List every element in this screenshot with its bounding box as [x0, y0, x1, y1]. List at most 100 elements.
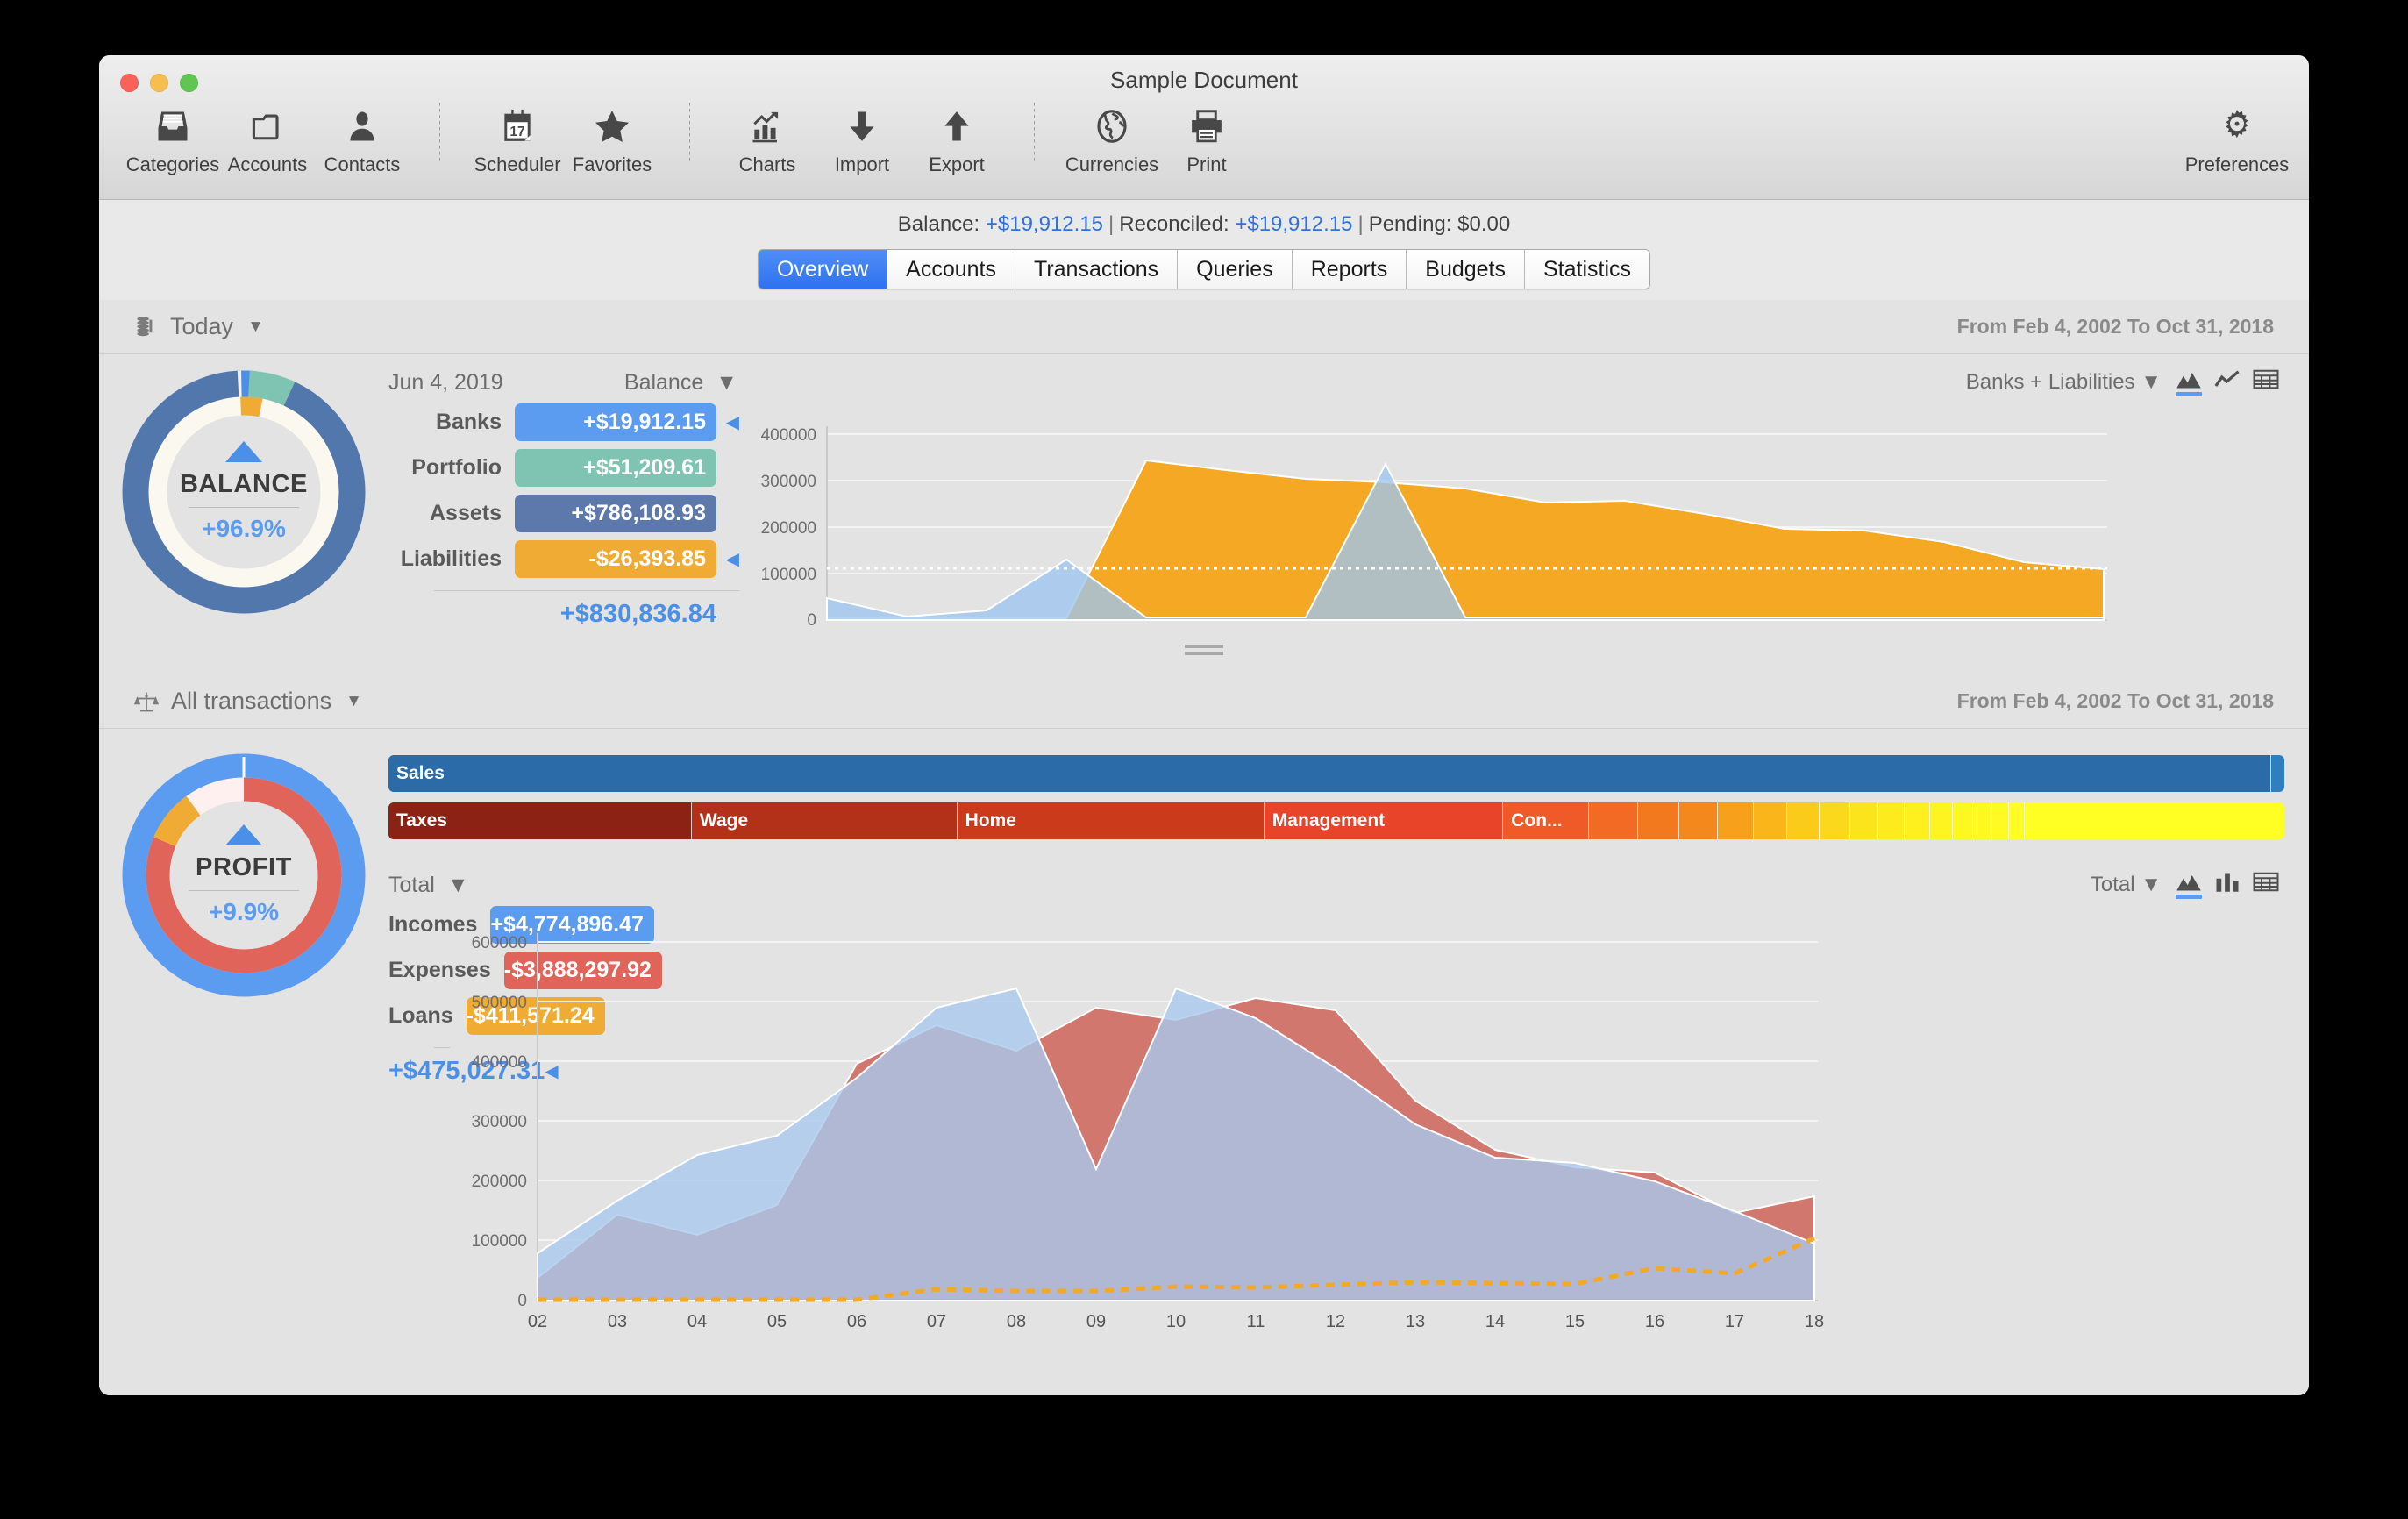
desktop-background: Sample Document Categories Accounts Cont…: [0, 0, 2408, 1519]
balance-row-portfolio[interactable]: Portfolio +$51,209.61: [388, 449, 739, 487]
svg-text:100000: 100000: [472, 1232, 527, 1251]
category-segment[interactable]: Management: [1264, 802, 1504, 839]
balance-row-banks[interactable]: Banks +$19,912.15 ◀: [388, 403, 739, 441]
tab-accounts[interactable]: Accounts: [887, 250, 1015, 289]
svg-text:15: 15: [1565, 1312, 1585, 1331]
toolbar-divider: [1034, 103, 1035, 164]
banks-liabilities-plot[interactable]: 400000 300000 200000 100000 0: [739, 400, 2284, 628]
toolbar-button-currencies[interactable]: Currencies: [1065, 101, 1159, 176]
svg-text:0: 0: [807, 611, 816, 628]
row-value-pill: -$26,393.85: [515, 540, 716, 578]
chevron-down-icon[interactable]: ▼: [247, 317, 264, 337]
category-segment[interactable]: [1588, 802, 1638, 839]
pending-label: Pending:: [1368, 212, 1452, 236]
row-label: Assets: [430, 501, 502, 525]
today-date-range: From Feb 4, 2002 To Oct 31, 2018: [1956, 315, 2274, 338]
svg-text:14: 14: [1485, 1312, 1505, 1331]
profit-donut-center: PROFIT +9.9%: [117, 748, 371, 1002]
category-segment[interactable]: [1787, 802, 1820, 839]
tab-transactions[interactable]: Transactions: [1015, 250, 1179, 289]
tab-budgets[interactable]: Budgets: [1407, 250, 1526, 289]
chevron-down-icon[interactable]: ▼: [346, 692, 362, 711]
toolbar-button-export[interactable]: Export: [909, 101, 1004, 176]
svg-text:07: 07: [927, 1312, 946, 1331]
balance-mode-selector[interactable]: Balance ▼: [624, 370, 737, 396]
balance-row-assets[interactable]: Assets +$786,108.93: [388, 495, 739, 532]
chevron-down-icon: ▼: [716, 370, 737, 395]
total-row-loans[interactable]: Loans -$411,571.24: [388, 997, 605, 1035]
divider: [189, 507, 299, 508]
tab-reports[interactable]: Reports: [1292, 250, 1407, 289]
total-row-expenses[interactable]: Expenses -$3,888,297.92: [388, 952, 662, 989]
svg-text:600000: 600000: [472, 934, 527, 952]
category-segment[interactable]: [2009, 802, 2025, 839]
toolbar-right-group: Preferences: [2185, 101, 2289, 176]
overview-content: Today ▼ From Feb 4, 2002 To Oct 31, 2018: [99, 300, 2309, 1395]
category-segment[interactable]: [1878, 802, 1906, 839]
chart-icon: [748, 101, 787, 152]
toolbar-button-preferences[interactable]: Preferences: [2185, 101, 2289, 176]
row-value-pill: +$51,209.61: [515, 449, 716, 487]
active-indicator: [2176, 391, 2202, 396]
toolbar-button-scheduler[interactable]: 17 Scheduler: [470, 101, 565, 176]
toolbar-button-contacts[interactable]: Contacts: [315, 101, 410, 176]
splitter-handle-wrap: [99, 645, 2309, 657]
balance-donut-percent: +96.9%: [202, 515, 286, 542]
category-segment[interactable]: [1952, 802, 1974, 839]
category-segment[interactable]: [2270, 755, 2284, 792]
toolbar-button-import[interactable]: Import: [815, 101, 909, 176]
category-segment[interactable]: [1820, 802, 1850, 839]
total-chart-area: Total ▼ 600000 500000 400000 300000 2000…: [450, 867, 2309, 1367]
profit-donut-chart[interactable]: PROFIT +9.9%: [117, 748, 371, 1002]
category-segment[interactable]: [1753, 802, 1788, 839]
total-mode-label: Total: [388, 873, 435, 897]
category-segment[interactable]: [1929, 802, 1953, 839]
balance-row-liabilities[interactable]: Liabilities -$26,393.85 ◀: [388, 540, 739, 578]
incomes-category-bar[interactable]: Sales: [388, 755, 2284, 792]
table-icon[interactable]: [2253, 369, 2279, 396]
toolbar-group-2: 17 Scheduler Favorites: [470, 101, 659, 176]
category-segment[interactable]: Home: [957, 802, 1265, 839]
drag-handle[interactable]: [1185, 645, 1223, 657]
gear-icon: [2217, 101, 2257, 152]
category-segment[interactable]: [1991, 802, 2010, 839]
category-segment[interactable]: Taxes: [388, 802, 692, 839]
star-icon: [592, 101, 632, 152]
printer-icon: [1187, 101, 1226, 152]
chart-series-selector[interactable]: Banks + Liabilities ▼: [1966, 370, 2162, 395]
toolbar-button-favorites[interactable]: Favorites: [565, 101, 659, 176]
area-chart-icon[interactable]: [2176, 872, 2202, 899]
category-segment[interactable]: Con...: [1503, 802, 1589, 839]
toolbar-button-accounts[interactable]: Accounts: [220, 101, 315, 176]
tab-statistics[interactable]: Statistics: [1525, 250, 1650, 289]
category-segment[interactable]: [1905, 802, 1930, 839]
toolbar-button-print[interactable]: Print: [1159, 101, 1254, 176]
table-icon[interactable]: [2253, 872, 2279, 899]
expenses-category-bar[interactable]: Taxes Wage Home Management Con...: [388, 802, 2284, 839]
balance-donut-chart[interactable]: BALANCE +96.9%: [117, 365, 371, 619]
balance-donut-center: BALANCE +96.9%: [117, 365, 371, 619]
balance-label: Balance:: [897, 212, 980, 236]
category-segment[interactable]: [2024, 802, 2284, 839]
category-segment[interactable]: Wage: [691, 802, 958, 839]
category-segment[interactable]: [1679, 802, 1718, 839]
area-chart-icon[interactable]: [2176, 369, 2202, 396]
toolbar-button-charts[interactable]: Charts: [720, 101, 815, 176]
bar-chart-icon[interactable]: [2214, 872, 2241, 899]
category-segment[interactable]: [1849, 802, 1879, 839]
category-segment[interactable]: Sales: [388, 755, 2271, 792]
toolbar-button-categories[interactable]: Categories: [125, 101, 220, 176]
active-indicator: [2253, 895, 2279, 899]
total-plot[interactable]: 600000 500000 400000 300000 200000 10000…: [450, 902, 2284, 1367]
total-chart-series-selector[interactable]: Total ▼: [2091, 873, 2162, 897]
tab-queries[interactable]: Queries: [1178, 250, 1293, 289]
balance-mode-label: Balance: [623, 370, 704, 395]
tab-overview[interactable]: Overview: [758, 250, 888, 289]
line-chart-icon[interactable]: [2214, 369, 2241, 396]
total-row-incomes[interactable]: Incomes +$4,774,896.47: [388, 906, 654, 944]
row-marker-icon: ◀: [725, 550, 739, 569]
up-triangle-icon: [225, 824, 262, 845]
category-segment[interactable]: [1637, 802, 1680, 839]
category-segment[interactable]: [1717, 802, 1754, 839]
category-segment[interactable]: [1973, 802, 1992, 839]
